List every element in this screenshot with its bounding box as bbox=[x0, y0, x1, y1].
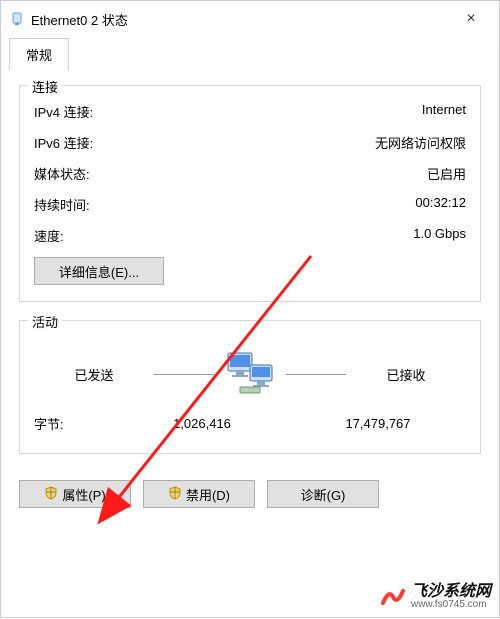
speed-label: 速度: bbox=[34, 226, 64, 245]
diagnose-button[interactable]: 诊断(G) bbox=[267, 480, 379, 508]
ipv6-value: 无网络访问权限 bbox=[375, 133, 466, 152]
group-activity: 活动 已发送 bbox=[19, 320, 481, 454]
group-connection: 连接 IPv4 连接: Internet IPv6 连接: 无网络访问权限 媒体… bbox=[19, 85, 481, 302]
media-value: 已启用 bbox=[427, 164, 466, 183]
row-media: 媒体状态: 已启用 bbox=[34, 158, 466, 189]
sent-bytes: 1,026,416 bbox=[114, 416, 290, 431]
tab-general[interactable]: 常规 bbox=[9, 38, 69, 71]
sent-label: 已发送 bbox=[34, 365, 154, 384]
received-label: 已接收 bbox=[346, 365, 466, 384]
watermark-main: 飞沙系统网 bbox=[411, 584, 491, 600]
row-ipv6: IPv6 连接: 无网络访问权限 bbox=[34, 127, 466, 158]
activity-line-left bbox=[154, 374, 214, 375]
media-label: 媒体状态: bbox=[34, 164, 90, 183]
bytes-label: 字节: bbox=[34, 414, 114, 433]
watermark: 飞沙系统网 www.fs0745.com bbox=[379, 583, 491, 611]
ipv4-value: Internet bbox=[422, 102, 466, 121]
window-title: Ethernet0 2 状态 bbox=[31, 10, 451, 29]
watermark-icon bbox=[379, 583, 407, 611]
group-activity-legend: 活动 bbox=[28, 312, 62, 331]
content-panel: 连接 IPv4 连接: Internet IPv6 连接: 无网络访问权限 媒体… bbox=[1, 71, 499, 518]
close-button[interactable]: × bbox=[451, 10, 491, 28]
duration-label: 持续时间: bbox=[34, 195, 90, 214]
disable-button-label: 禁用(D) bbox=[186, 485, 230, 504]
computers-icon bbox=[222, 351, 278, 398]
disable-button[interactable]: 禁用(D) bbox=[143, 480, 255, 508]
row-duration: 持续时间: 00:32:12 bbox=[34, 189, 466, 220]
speed-value: 1.0 Gbps bbox=[413, 226, 466, 245]
properties-button[interactable]: 属性(P) bbox=[19, 480, 131, 508]
ipv4-label: IPv4 连接: bbox=[34, 102, 93, 121]
ipv6-label: IPv6 连接: bbox=[34, 133, 93, 152]
shield-icon bbox=[168, 486, 182, 503]
network-adapter-icon bbox=[9, 11, 25, 27]
properties-button-label: 属性(P) bbox=[62, 485, 105, 504]
titlebar: Ethernet0 2 状态 × bbox=[1, 1, 499, 37]
duration-value: 00:32:12 bbox=[415, 195, 466, 214]
shield-icon bbox=[44, 486, 58, 503]
received-bytes: 17,479,767 bbox=[290, 416, 466, 431]
right-edge-shadow bbox=[497, 41, 499, 577]
row-speed: 速度: 1.0 Gbps bbox=[34, 220, 466, 251]
dialog-window: Ethernet0 2 状态 × 常规 连接 IPv4 连接: Internet… bbox=[0, 0, 500, 618]
activity-diagram: 已发送 已接收 bbox=[34, 351, 466, 398]
group-connection-legend: 连接 bbox=[28, 77, 62, 96]
diagnose-button-label: 诊断(G) bbox=[301, 485, 346, 504]
activity-line-right bbox=[286, 374, 346, 375]
bytes-row: 字节: 1,026,416 17,479,767 bbox=[34, 414, 466, 433]
row-ipv4: IPv4 连接: Internet bbox=[34, 96, 466, 127]
details-button[interactable]: 详细信息(E)... bbox=[34, 257, 164, 285]
tab-strip: 常规 bbox=[1, 37, 499, 71]
footer-buttons: 属性(P) 禁用(D) 诊断(G) bbox=[19, 480, 481, 508]
watermark-sub: www.fs0745.com bbox=[411, 600, 491, 610]
